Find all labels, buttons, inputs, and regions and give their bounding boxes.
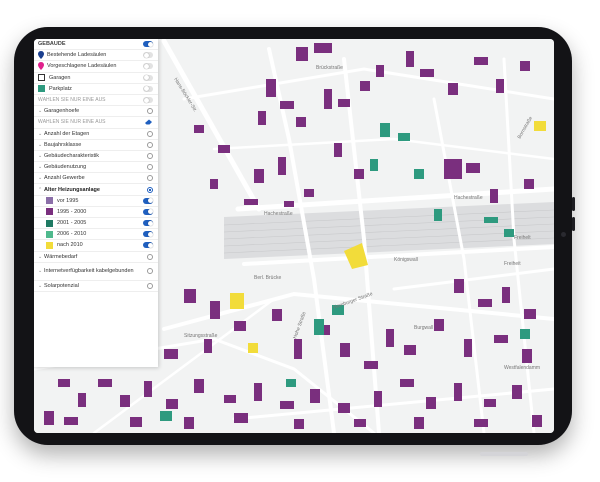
layer-toggle[interactable] [143,74,153,81]
option-charakteristik[interactable]: ⌄ Gebäudecharakteristik [34,151,158,163]
option-label: Baujahrsklasse [44,141,82,148]
layer-item-label: Bestehende Ladesäulen [47,52,107,59]
legend-item[interactable]: nach 2010 [34,240,158,252]
legend-swatch-icon [46,241,53,249]
parking-swatch-icon [38,85,45,93]
option-waermebedarf[interactable]: ⌄ Wärmebedarf [34,252,158,263]
street-label: Freihelt [514,235,531,241]
section-heading-label: WÄHLEN SIE NUR EINE AUS [38,97,106,104]
legend-swatch-icon [46,230,53,238]
street-label: Westfalendamm [504,365,540,371]
section-toggle[interactable] [143,97,153,104]
buildings-toggle[interactable] [143,41,153,48]
option-label: Gebäudecharakteristik [44,152,100,159]
layer-item-label: Garagen [49,74,71,81]
radio-button[interactable] [147,108,153,115]
camera-icon [561,232,566,237]
option-internet[interactable]: ⌄ Internetverfügbarkeit kabelgebunden [34,263,158,281]
legend-item[interactable]: 1995 - 2000 [34,207,158,218]
layer-item-label: Vorgeschlagene Ladesäulen [47,63,117,70]
legend-label: vor 1995 [57,197,79,204]
panel-header[interactable]: GEBÄUDE [34,39,158,51]
street-label: Königswall [394,257,418,263]
legend-label: 1995 - 2000 [57,208,87,215]
legend-label: 2001 - 2005 [57,220,87,227]
layer-item-proposed[interactable]: Vorgeschlagene Ladesäulen [34,61,158,73]
option-label: Alter Heizungsanlage [44,186,100,193]
legend-label: 2006 - 2010 [57,231,87,238]
tablet-frame: Brückstraße Hans-Böckler-Str. Hachestraß… [14,27,575,445]
layer-item-parkplatz[interactable]: Parkplatz [34,84,158,95]
street-label: Burgwall [414,325,433,331]
legend-item[interactable]: 2006 - 2010 [34,229,158,241]
street-label: Hachestraße [264,211,293,217]
option-heizungsanlage[interactable]: ⌃ Alter Heizungsanlage [34,184,158,196]
section-heading-1: WÄHLEN SIE NUR EINE AUS [34,95,158,107]
legend-swatch-icon [46,197,53,205]
legend-toggle[interactable] [143,231,153,238]
street-label: Brückstraße [316,65,343,71]
legend-toggle[interactable] [143,220,153,227]
radio-button[interactable] [147,175,153,182]
charging-pin-icon [38,51,44,60]
option-label: Solarpotenzial [44,282,79,289]
option-label: Garagenhoefe [44,108,80,115]
street-label: Hachestraße [454,195,483,201]
layer-toggle[interactable] [143,85,153,92]
home-indicator [480,452,528,456]
volume-up-button [572,197,575,211]
panel-header-label: GEBÄUDE [38,41,66,48]
option-gewerbe[interactable]: ⌄ Anzahl Gewerbe [34,173,158,185]
legend-toggle[interactable] [143,208,153,215]
legend-toggle[interactable] [143,242,153,249]
radio-button[interactable] [147,130,153,137]
section-heading-label: WÄHLEN SIE NUR EINE AUS [38,119,106,126]
radio-button[interactable] [147,164,153,171]
radio-button[interactable] [147,186,153,193]
legend-toggle[interactable] [143,197,153,204]
option-label: Anzahl Gewerbe [44,175,85,182]
option-label: Gebäudenutzung [44,164,87,171]
option-label: Anzahl der Etagen [44,130,90,137]
layer-toggle[interactable] [143,63,153,70]
legend-item[interactable]: vor 1995 [34,196,158,207]
legend-swatch-icon [46,219,53,227]
map-screen[interactable]: Brückstraße Hans-Böckler-Str. Hachestraß… [34,39,554,433]
street-label: Berl. Brücke [254,275,281,281]
option-garagenhoefe[interactable]: ⌄ Garagenhoefe [34,106,158,118]
street-label: Sitzungsstraße [184,333,218,339]
layer-toggle[interactable] [143,52,153,59]
legend-item[interactable]: 2001 - 2005 [34,218,158,230]
radio-button[interactable] [147,152,153,159]
radio-button[interactable] [147,141,153,148]
option-label: Internetverfügbarkeit kabelgebunden [44,268,134,275]
option-label: Wärmebedarf [44,253,78,260]
street-label: Freiheit [504,261,521,267]
volume-down-button [572,217,575,231]
option-solar[interactable]: ⌄ Solarpotenzial [34,281,158,292]
proposed-pin-icon [38,62,44,71]
section-heading-2: WÄHLEN SIE NUR EINE AUS [34,117,158,129]
radio-button[interactable] [147,282,153,289]
eraser-icon[interactable] [144,119,153,125]
option-nutzung[interactable]: ⌄ Gebäudenutzung [34,162,158,174]
garage-swatch-icon [38,74,45,82]
layer-item-label: Parkplatz [49,85,72,92]
radio-button[interactable] [147,268,153,275]
legend-swatch-icon [46,208,53,216]
option-etagen[interactable]: ⌄ Anzahl der Etagen [34,129,158,140]
layer-item-garagen[interactable]: Garagen [34,73,158,84]
radio-button[interactable] [147,253,153,260]
layer-item-charging[interactable]: Bestehende Ladesäulen [34,50,158,62]
option-baujahr[interactable]: ⌄ Baujahrsklasse [34,140,158,151]
layer-panel: GEBÄUDE Bestehende Ladesäulen Vorgeschla… [34,39,158,367]
legend-label: nach 2010 [57,242,83,249]
